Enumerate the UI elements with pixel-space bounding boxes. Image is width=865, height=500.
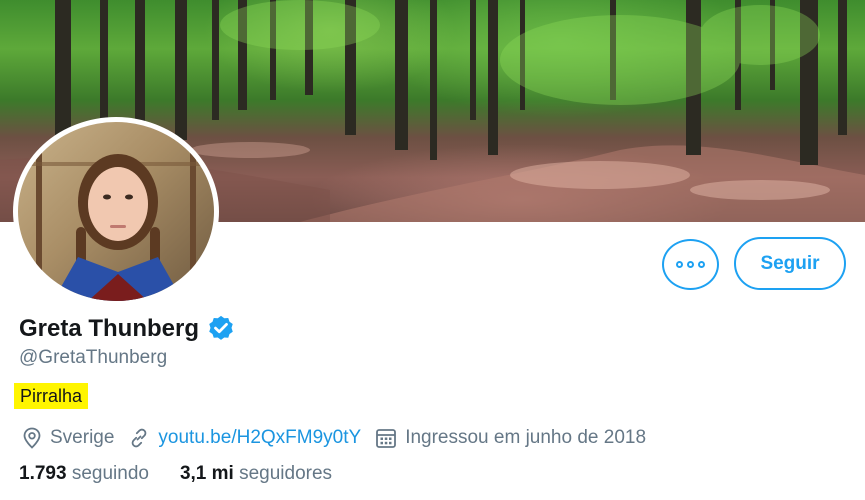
joined-item: Ingressou em junho de 2018 <box>375 427 646 449</box>
followers-label: seguidores <box>239 463 333 484</box>
joined-text: Ingressou em junho de 2018 <box>405 427 647 448</box>
more-icon <box>676 261 705 268</box>
avatar-portrait <box>18 122 214 301</box>
following-label: seguindo <box>71 463 149 484</box>
location-text: Sverige <box>50 427 115 448</box>
calendar-icon <box>376 429 397 448</box>
more-button[interactable] <box>662 239 719 290</box>
profile-bio: Pirralha <box>14 383 89 409</box>
link-icon <box>132 428 147 448</box>
display-name-row: Greta Thunberg <box>19 314 236 344</box>
followers-stat[interactable]: 3,1 mi seguidores <box>180 463 332 485</box>
profile-stats: 1.793 seguindo 3,1 mi seguidores <box>19 463 332 485</box>
following-count: 1.793 <box>19 463 67 484</box>
website-item[interactable]: youtu.be/H2QxFM9y0tY <box>128 427 361 449</box>
avatar[interactable] <box>13 117 219 306</box>
following-stat[interactable]: 1.793 seguindo <box>19 463 149 485</box>
followers-count: 3,1 mi <box>179 463 234 484</box>
website-link[interactable]: youtu.be/H2QxFM9y0tY <box>158 427 361 449</box>
verified-badge-icon <box>206 314 236 344</box>
location-item: Sverige <box>22 427 114 449</box>
profile-meta: Sverige youtu.be/H2QxFM9y0tY Ingressou e… <box>22 424 660 452</box>
display-name: Greta Thunberg <box>19 315 200 342</box>
username-handle: @GretaThunberg <box>19 347 168 368</box>
follow-button[interactable]: Seguir <box>734 237 846 290</box>
location-pin-icon <box>23 427 41 449</box>
